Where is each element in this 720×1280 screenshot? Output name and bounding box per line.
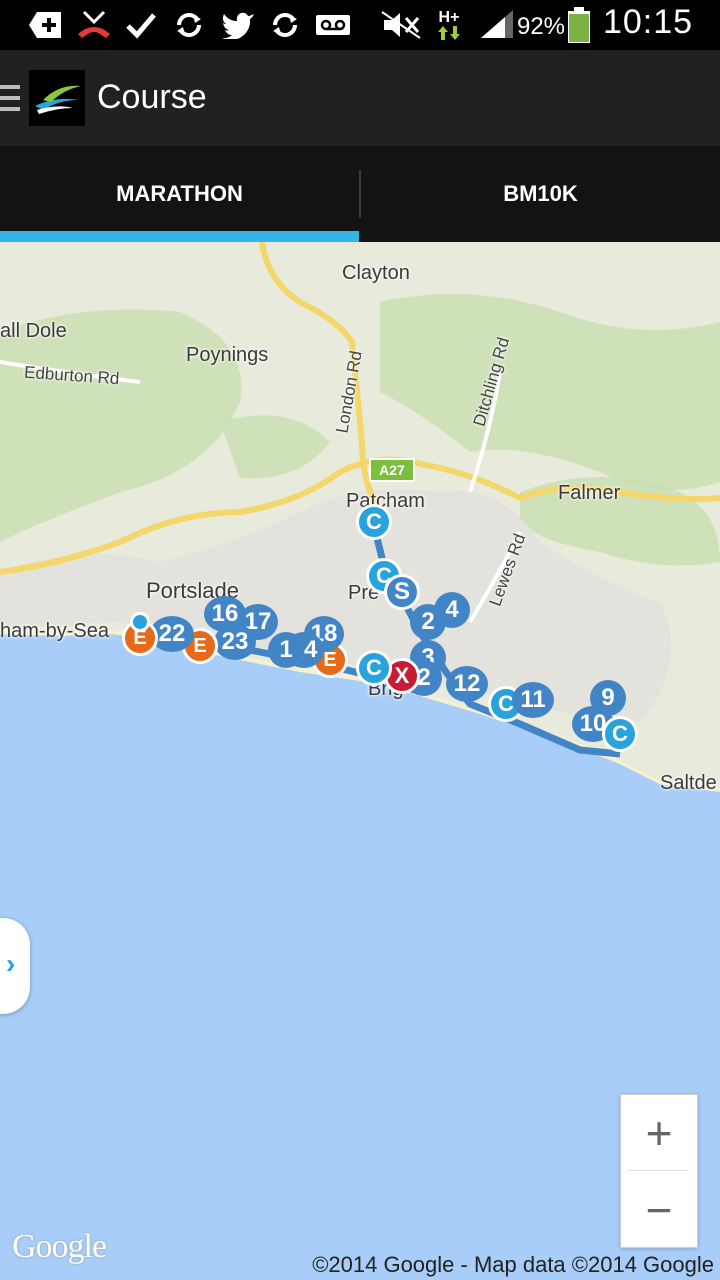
tab-bar: MARATHON BM10K (0, 146, 720, 242)
clock: 10:15 (602, 2, 694, 41)
page-title: Course (97, 78, 207, 116)
road-shield: A27 (369, 458, 415, 482)
drawer-menu-icon[interactable] (0, 85, 20, 111)
place-label: all Dole (0, 320, 67, 342)
place-label: Saltde (660, 772, 717, 794)
chevron-right-icon: › (6, 948, 16, 979)
battery-percent: 92% (516, 13, 566, 40)
google-logo: Google (12, 1228, 107, 1265)
marker-km[interactable]: 4 (434, 592, 470, 628)
signal-icon (478, 8, 516, 42)
marker-start[interactable]: S (384, 574, 420, 610)
marker-cheer[interactable]: C (356, 504, 392, 540)
zoom-in-button[interactable]: + (621, 1095, 697, 1170)
mute-icon (380, 8, 422, 42)
action-bar: Course (0, 50, 720, 146)
place-label: ham-by-Sea (0, 620, 109, 642)
place-label: Falmer (558, 482, 621, 504)
marker-km[interactable]: 1 (268, 632, 304, 668)
marker-km[interactable]: 12 (446, 666, 488, 702)
zoom-controls: + − (620, 1094, 698, 1248)
check-icon (124, 8, 158, 42)
marker-km[interactable]: 11 (512, 682, 554, 718)
zoom-out-button[interactable]: − (621, 1172, 697, 1247)
tab-bm10k[interactable]: BM10K (361, 146, 720, 242)
marker-km[interactable]: 23 (214, 624, 256, 660)
tab-marathon[interactable]: MARATHON (0, 146, 359, 242)
marker-cheer[interactable]: C (602, 716, 638, 752)
zoom-divider (629, 1170, 689, 1171)
voicemail-icon (314, 8, 352, 42)
app-screen: H+ 92% 10:15 Course MARATHON BM10K Clayt… (0, 0, 720, 1280)
marker-cheer[interactable]: C (130, 612, 150, 632)
tab-selected-indicator (0, 231, 359, 242)
panel-expand-handle[interactable]: › (0, 918, 30, 1014)
status-bar: H+ 92% 10:15 (0, 0, 720, 50)
missed-call-icon (76, 8, 112, 42)
sync-icon-2 (268, 8, 302, 42)
marker-cheer[interactable]: C (356, 650, 392, 686)
map-canvas (0, 242, 720, 792)
sync-icon (172, 8, 206, 42)
add-notification-icon (28, 8, 64, 42)
place-label: Clayton (342, 262, 410, 284)
twitter-icon (220, 8, 256, 42)
map-view[interactable]: Clayton all Dole Poynings Falmer Portsla… (0, 242, 720, 1280)
data-network-icon: H+ (434, 8, 464, 42)
place-label: Poynings (186, 344, 269, 366)
map-attribution[interactable]: ©2014 Google - Map data ©2014 Google (312, 1252, 714, 1278)
app-logo[interactable] (29, 70, 85, 126)
battery-icon (566, 7, 592, 43)
